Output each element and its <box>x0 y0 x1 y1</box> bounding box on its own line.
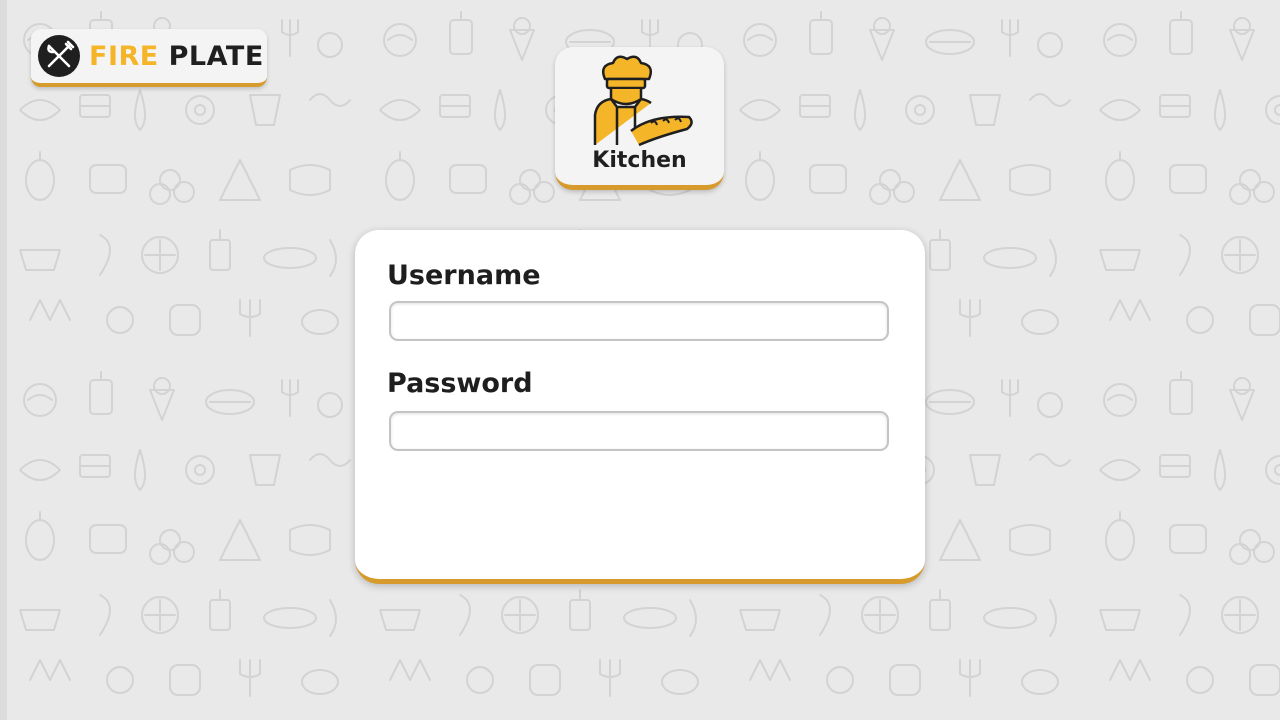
brand-name: FIRE PLATE <box>89 43 264 70</box>
username-label: Username <box>387 260 541 291</box>
brand-name-plate: PLATE <box>168 40 264 72</box>
left-edge-strip <box>0 0 7 720</box>
fork-knife-crossed-icon <box>38 35 80 77</box>
password-label: Password <box>387 368 533 399</box>
role-tile-kitchen[interactable]: Kitchen <box>555 47 724 190</box>
brand-logo: FIRE PLATE <box>31 29 267 87</box>
username-field[interactable] <box>389 301 889 341</box>
role-label: Kitchen <box>592 148 687 173</box>
chef-icon <box>593 55 693 147</box>
login-card: Username Password <box>355 230 925 584</box>
password-field[interactable] <box>389 411 889 451</box>
brand-name-fire: FIRE <box>89 40 159 72</box>
